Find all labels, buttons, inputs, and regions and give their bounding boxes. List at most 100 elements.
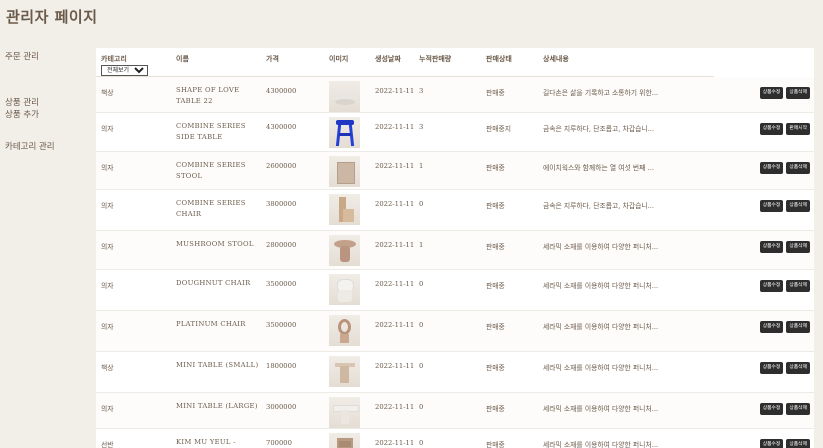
row-detail: 길다손은 삶을 기록하고 소통하기 위한... bbox=[538, 77, 714, 113]
delete-product-button[interactable]: 상품삭제 bbox=[786, 280, 810, 292]
row-category: 의자 bbox=[96, 231, 171, 270]
row-detail: 금속은 지루하다, 단조롭고, 차갑습니... bbox=[538, 113, 714, 152]
row-detail: 세라믹 소재를 이용하여 다양한 퍼니처... bbox=[538, 429, 714, 448]
row-price: 4300000 bbox=[261, 77, 324, 113]
row-image bbox=[324, 77, 370, 113]
row-created-date: 2022-11-11 bbox=[370, 311, 414, 352]
table-header-row: 카테고리 전체보기 이름 가격 이미지 생성날짜 누적판매량 판매상태 상세내용 bbox=[96, 48, 814, 77]
table-row: 의자COMBINE SERIES CHAIR38000002022-11-110… bbox=[96, 190, 814, 231]
row-price: 2800000 bbox=[261, 231, 324, 270]
delete-product-button[interactable]: 상품삭제 bbox=[786, 241, 810, 253]
product-thumbnail bbox=[329, 117, 360, 148]
row-sold-count: 0 bbox=[414, 311, 481, 352]
delete-product-button[interactable]: 상품삭제 bbox=[786, 403, 810, 415]
row-image bbox=[324, 429, 370, 448]
row-image bbox=[324, 152, 370, 190]
edit-product-button[interactable]: 상품수정 bbox=[760, 87, 784, 99]
row-detail: 에이치웍스와 함께하는 열 여섯 번째 ... bbox=[538, 152, 714, 190]
row-image bbox=[324, 352, 370, 393]
row-image bbox=[324, 393, 370, 429]
product-thumbnail bbox=[329, 274, 360, 305]
header-created: 생성날짜 bbox=[370, 48, 414, 77]
header-detail: 상세내용 bbox=[538, 48, 714, 77]
delete-product-button[interactable]: 상품삭제 bbox=[786, 87, 810, 99]
start-sale-button[interactable]: 판매시작 bbox=[786, 123, 810, 135]
row-actions: 상품수정상품삭제 bbox=[714, 311, 814, 352]
row-status: 판매중 bbox=[481, 429, 538, 448]
row-name: MUSHROOM STOOL bbox=[171, 231, 261, 270]
row-created-date: 2022-11-11 bbox=[370, 393, 414, 429]
edit-product-button[interactable]: 상품수정 bbox=[760, 362, 784, 374]
row-price: 4300000 bbox=[261, 113, 324, 152]
row-sold-count: 3 bbox=[414, 77, 481, 113]
row-price: 700000 bbox=[261, 429, 324, 448]
product-table-panel: 카테고리 전체보기 이름 가격 이미지 생성날짜 누적판매량 판매상태 상세내용… bbox=[96, 48, 814, 448]
delete-product-button[interactable]: 상품삭제 bbox=[786, 321, 810, 333]
row-status: 판매중 bbox=[481, 152, 538, 190]
row-category: 의자 bbox=[96, 270, 171, 311]
row-price: 3800000 bbox=[261, 190, 324, 231]
row-category: 책상 bbox=[96, 77, 171, 113]
row-price: 1800000 bbox=[261, 352, 324, 393]
row-image bbox=[324, 270, 370, 311]
delete-product-button[interactable]: 상품삭제 bbox=[786, 200, 810, 212]
table-row: 의자MUSHROOM STOOL28000002022-11-111판매중세라믹… bbox=[96, 231, 814, 270]
row-name: DOUGHNUT CHAIR bbox=[171, 270, 261, 311]
row-price: 3500000 bbox=[261, 270, 324, 311]
row-status: 판매중 bbox=[481, 190, 538, 231]
table-row: 의자PLATINUM CHAIR35000002022-11-110판매중세라믹… bbox=[96, 311, 814, 352]
delete-product-button[interactable]: 상품삭제 bbox=[786, 362, 810, 374]
row-actions: 상품수정상품삭제 bbox=[714, 190, 814, 231]
edit-product-button[interactable]: 상품수정 bbox=[760, 200, 784, 212]
row-status: 판매중지 bbox=[481, 113, 538, 152]
product-thumbnail bbox=[329, 433, 360, 448]
row-name: KIM MU YEUL - CABINET bbox=[171, 429, 261, 448]
row-created-date: 2022-11-11 bbox=[370, 113, 414, 152]
page-title: 관리자 페이지 bbox=[6, 6, 98, 27]
row-sold-count: 3 bbox=[414, 113, 481, 152]
table-row: 책상MINI TABLE (SMALL)18000002022-11-110판매… bbox=[96, 352, 814, 393]
row-category: 의자 bbox=[96, 113, 171, 152]
delete-product-button[interactable]: 상품삭제 bbox=[786, 162, 810, 174]
table-row: 선반KIM MU YEUL - CABINET7000002022-11-110… bbox=[96, 429, 814, 448]
table-row: 의자COMBINE SERIES SIDE TABLE4300000 2022-1… bbox=[96, 113, 814, 152]
table-row: 의자MINI TABLE (LARGE)30000002022-11-110판매… bbox=[96, 393, 814, 429]
row-image bbox=[324, 113, 370, 152]
edit-product-button[interactable]: 상품수정 bbox=[760, 321, 784, 333]
row-sold-count: 0 bbox=[414, 190, 481, 231]
edit-product-button[interactable]: 상품수정 bbox=[760, 162, 784, 174]
row-category: 의자 bbox=[96, 152, 171, 190]
row-price: 3500000 bbox=[261, 311, 324, 352]
row-status: 판매중 bbox=[481, 231, 538, 270]
row-price: 2600000 bbox=[261, 152, 324, 190]
sidebar-item-products[interactable]: 상품 관리 bbox=[5, 96, 39, 108]
row-actions: 상품수정상품삭제 bbox=[714, 77, 814, 113]
edit-product-button[interactable]: 상품수정 bbox=[760, 280, 784, 292]
row-created-date: 2022-11-11 bbox=[370, 429, 414, 448]
row-name: COMBINE SERIES SIDE TABLE bbox=[171, 113, 261, 152]
sidebar-item-orders[interactable]: 주문 관리 bbox=[5, 50, 39, 62]
header-image: 이미지 bbox=[324, 48, 370, 77]
category-filter-select[interactable]: 전체보기 bbox=[101, 65, 148, 76]
row-sold-count: 1 bbox=[414, 152, 481, 190]
row-detail: 세라믹 소재를 이용하여 다양한 퍼니처... bbox=[538, 270, 714, 311]
row-created-date: 2022-11-11 bbox=[370, 77, 414, 113]
row-status: 판매중 bbox=[481, 270, 538, 311]
row-name: MINI TABLE (SMALL) bbox=[171, 352, 261, 393]
row-detail: 세라믹 소재를 이용하여 다양한 퍼니처... bbox=[538, 393, 714, 429]
product-thumbnail bbox=[329, 397, 360, 428]
header-actions bbox=[714, 48, 814, 77]
row-actions: 상품수정상품삭제 bbox=[714, 429, 814, 448]
row-name: MINI TABLE (LARGE) bbox=[171, 393, 261, 429]
edit-product-button[interactable]: 상품수정 bbox=[760, 241, 784, 253]
row-created-date: 2022-11-11 bbox=[370, 270, 414, 311]
edit-product-button[interactable]: 상품수정 bbox=[760, 403, 784, 415]
row-category: 의자 bbox=[96, 311, 171, 352]
row-actions: 상품수정상품삭제 bbox=[714, 231, 814, 270]
row-sold-count: 0 bbox=[414, 352, 481, 393]
edit-product-button[interactable]: 상품수정 bbox=[760, 123, 784, 135]
product-thumbnail bbox=[329, 194, 360, 225]
row-actions: 상품수정판매시작 bbox=[714, 113, 814, 152]
sidebar-item-categories[interactable]: 카테고리 관리 bbox=[5, 140, 55, 152]
sidebar-item-add-product[interactable]: 상품 추가 bbox=[5, 108, 39, 120]
